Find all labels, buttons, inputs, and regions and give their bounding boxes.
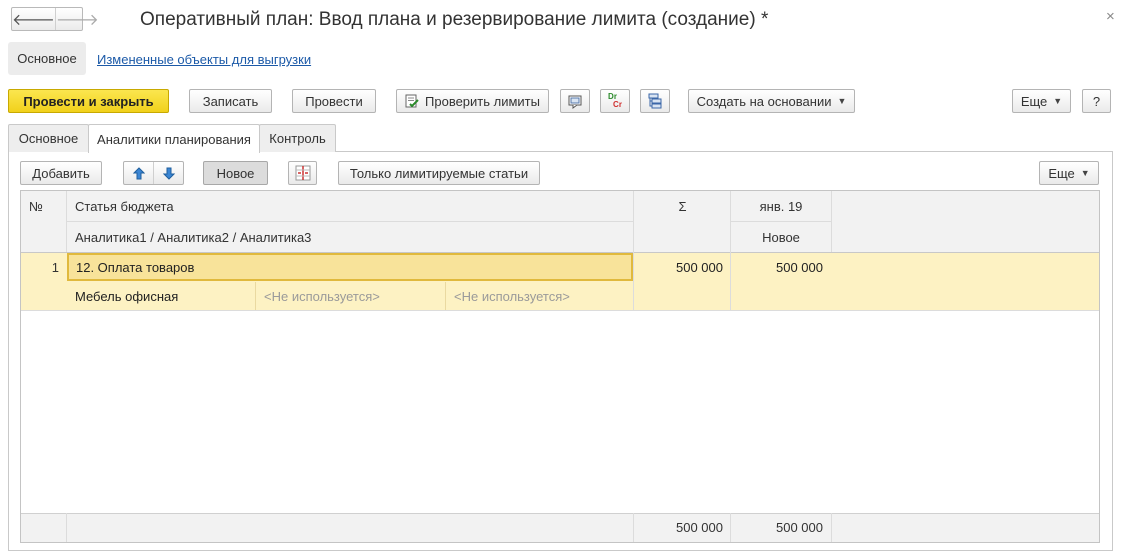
report-button[interactable] bbox=[560, 89, 590, 113]
arrow-down-icon bbox=[162, 167, 175, 180]
check-limits-button[interactable]: Проверить лимиты bbox=[396, 89, 549, 113]
col-divider bbox=[633, 191, 634, 311]
add-button[interactable]: Добавить bbox=[20, 161, 102, 185]
move-buttons bbox=[123, 161, 184, 185]
tab-control[interactable]: Контроль bbox=[259, 124, 336, 152]
footer-period-value: 500 000 bbox=[776, 520, 823, 535]
check-limits-label: Проверить лимиты bbox=[425, 93, 540, 109]
chevron-down-icon: ▼ bbox=[837, 96, 847, 106]
header-divider bbox=[731, 221, 831, 222]
row-num: 1 bbox=[51, 259, 59, 275]
create-based-on-dropdown[interactable]: Создать на основании ▼ bbox=[688, 89, 855, 113]
arrow-up-icon bbox=[132, 166, 145, 180]
nav-link-changed-objects[interactable]: Измененные объекты для выгрузки bbox=[97, 52, 311, 67]
header-period: янв. 19 bbox=[759, 198, 803, 214]
analytic3-value[interactable]: <Не используется> bbox=[454, 282, 570, 310]
more-dropdown[interactable]: Еще ▼ bbox=[1012, 89, 1071, 113]
row-sum-value[interactable]: 500 000 bbox=[634, 253, 723, 281]
more-label: Еще bbox=[1020, 93, 1048, 109]
row-period-value[interactable]: 500 000 bbox=[731, 253, 823, 281]
tab-planning-analytics[interactable]: Аналитики планирования bbox=[88, 124, 260, 153]
table-footer bbox=[21, 513, 1099, 542]
header-period-sub: Новое bbox=[762, 229, 800, 245]
split-columns-button[interactable] bbox=[288, 161, 317, 185]
hierarchy-icon bbox=[647, 93, 663, 109]
cell-divider bbox=[255, 282, 256, 310]
col-divider bbox=[66, 191, 67, 252]
col-divider bbox=[831, 191, 832, 252]
tab-main[interactable]: Основное bbox=[8, 124, 89, 152]
new-toggle-button[interactable]: Новое bbox=[203, 161, 268, 185]
move-down-button[interactable] bbox=[154, 162, 183, 184]
chevron-down-icon: ▼ bbox=[1080, 168, 1090, 178]
report-icon bbox=[567, 93, 583, 109]
budget-item-value: 12. Оплата товаров bbox=[76, 259, 195, 275]
col-divider bbox=[730, 191, 731, 311]
check-document-icon bbox=[405, 94, 419, 109]
back-arrow-icon[interactable]: 🡐 bbox=[12, 8, 55, 30]
plan-table: № Статья бюджета Аналитика1 / Аналитика2… bbox=[20, 190, 1100, 543]
post-and-close-button[interactable]: Провести и закрыть bbox=[8, 89, 169, 113]
header-sum: Σ bbox=[678, 198, 687, 214]
split-columns-icon bbox=[295, 165, 311, 181]
nav-tab-main[interactable]: Основное bbox=[8, 42, 86, 75]
header-divider bbox=[66, 221, 633, 222]
close-icon[interactable]: × bbox=[1106, 8, 1115, 25]
footer-divider bbox=[831, 513, 832, 542]
table-more-label: Еще bbox=[1048, 165, 1075, 181]
structure-button[interactable] bbox=[640, 89, 670, 113]
forward-arrow-icon[interactable]: 🡒 bbox=[54, 8, 99, 30]
only-limited-items-button[interactable]: Только лимитируемые статьи bbox=[338, 161, 540, 185]
footer-sum-value: 500 000 bbox=[676, 520, 723, 535]
move-up-button[interactable] bbox=[124, 162, 153, 184]
table-more-dropdown[interactable]: Еще ▼ bbox=[1039, 161, 1099, 185]
header-budget-item[interactable]: Статья бюджета bbox=[75, 191, 174, 221]
cell-divider bbox=[445, 282, 446, 310]
dr-cr-icon: Dr Cr bbox=[608, 93, 622, 109]
chevron-down-icon: ▼ bbox=[1053, 96, 1063, 106]
analytic1-value[interactable]: Мебель офисная bbox=[75, 282, 178, 310]
create-based-label: Создать на основании bbox=[696, 93, 832, 109]
window-title: Оперативный план: Ввод плана и резервиро… bbox=[140, 9, 769, 30]
save-button[interactable]: Записать bbox=[189, 89, 272, 113]
analytic2-value[interactable]: <Не используется> bbox=[264, 282, 380, 310]
dr-cr-button[interactable]: Dr Cr bbox=[600, 89, 630, 113]
history-nav: 🡐 🡒 bbox=[11, 7, 99, 31]
header-num: № bbox=[29, 198, 43, 214]
row-bottom bbox=[21, 310, 1099, 311]
header-analytics[interactable]: Аналитика1 / Аналитика2 / Аналитика3 bbox=[75, 222, 311, 252]
help-button[interactable]: ? bbox=[1082, 89, 1111, 113]
footer-divider bbox=[66, 513, 67, 542]
cr-label: Cr bbox=[613, 100, 622, 109]
post-button[interactable]: Провести bbox=[292, 89, 376, 113]
